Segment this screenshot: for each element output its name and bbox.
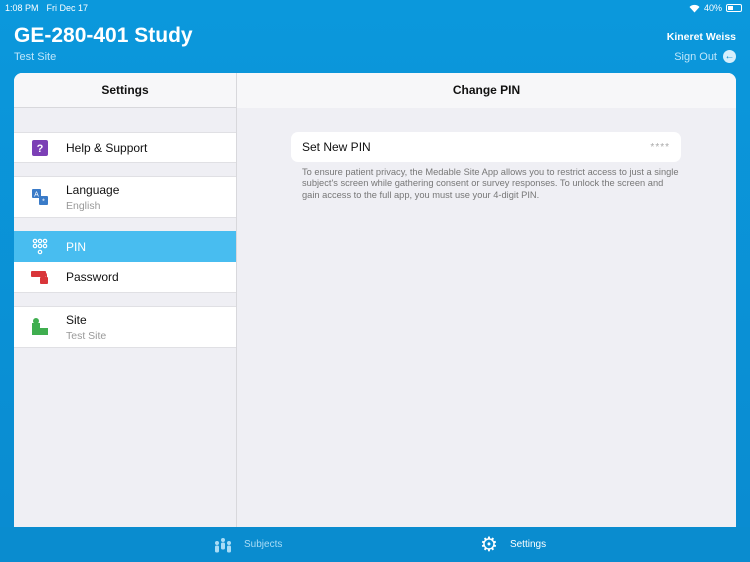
sidebar-title: Settings	[14, 73, 236, 108]
field-label: Set New PIN	[302, 140, 371, 154]
subjects-icon	[215, 537, 231, 552]
sidebar-item-label: Password	[66, 270, 119, 284]
battery-percent: 40%	[703, 3, 722, 13]
user-name: Kineret Weiss	[666, 31, 736, 43]
status-date: Fri Dec 17	[46, 3, 89, 13]
pin-description: To ensure patient privacy, the Medable S…	[302, 167, 679, 200]
sidebar-item-label: Language	[66, 182, 120, 197]
language-icon: A*	[32, 189, 48, 206]
settings-sidebar: Settings ? Help & Support A * Language Eng…	[14, 73, 237, 527]
sign-out-button[interactable]: Sign Out ←	[674, 50, 736, 63]
page-title: GE-280-401 Study	[14, 24, 193, 47]
status-time: 1:08 PM	[5, 3, 39, 13]
sidebar-item-site[interactable]: Site Test Site	[14, 306, 236, 348]
status-right: 40%	[689, 3, 742, 13]
sidebar-item-password[interactable]: Password	[14, 262, 236, 293]
sidebar-item-label: Help & Support	[66, 140, 148, 155]
help-icon: ?	[32, 139, 48, 156]
site-icon	[32, 318, 48, 335]
wifi-icon	[689, 4, 700, 12]
svg-text:*: *	[42, 199, 45, 206]
set-new-pin-field[interactable]: Set New PIN ****	[291, 132, 681, 162]
sidebar-item-detail: English	[66, 199, 101, 212]
password-lock-icon	[31, 271, 48, 284]
sign-out-icon: ←	[723, 50, 736, 63]
detail-pane: Change PIN Set New PIN **** To ensure pa…	[237, 73, 736, 527]
tab-label: Settings	[509, 539, 547, 550]
field-value: ****	[650, 141, 670, 153]
tab-settings[interactable]: ⚙ Settings	[480, 527, 546, 562]
svg-text:A: A	[34, 192, 39, 199]
tab-subjects[interactable]: Subjects	[214, 527, 282, 562]
svg-text:?: ?	[37, 143, 44, 155]
sidebar-item-help[interactable]: ? Help & Support	[14, 132, 236, 163]
sidebar-item-label: PIN	[66, 239, 87, 254]
site-subtitle: Test Site	[14, 51, 57, 63]
status-bar: 1:08 PM Fri Dec 17	[5, 3, 96, 13]
keypad-icon	[32, 238, 48, 254]
tab-bar: Subjects ⚙ Settings	[0, 527, 750, 562]
gear-icon: ⚙	[480, 533, 498, 556]
settings-panel: Settings ? Help & Support A * Language Eng…	[14, 73, 736, 527]
sign-out-label: Sign Out	[674, 50, 717, 63]
sidebar-item-label: Site	[66, 312, 87, 327]
sidebar-item-detail: Test Site	[66, 329, 107, 342]
detail-title: Change PIN	[237, 73, 736, 108]
battery-icon	[726, 4, 742, 12]
tab-label: Subjects	[244, 539, 283, 550]
sidebar-item-pin[interactable]: PIN	[14, 231, 236, 262]
sidebar-item-language[interactable]: A * Language English	[14, 176, 236, 218]
